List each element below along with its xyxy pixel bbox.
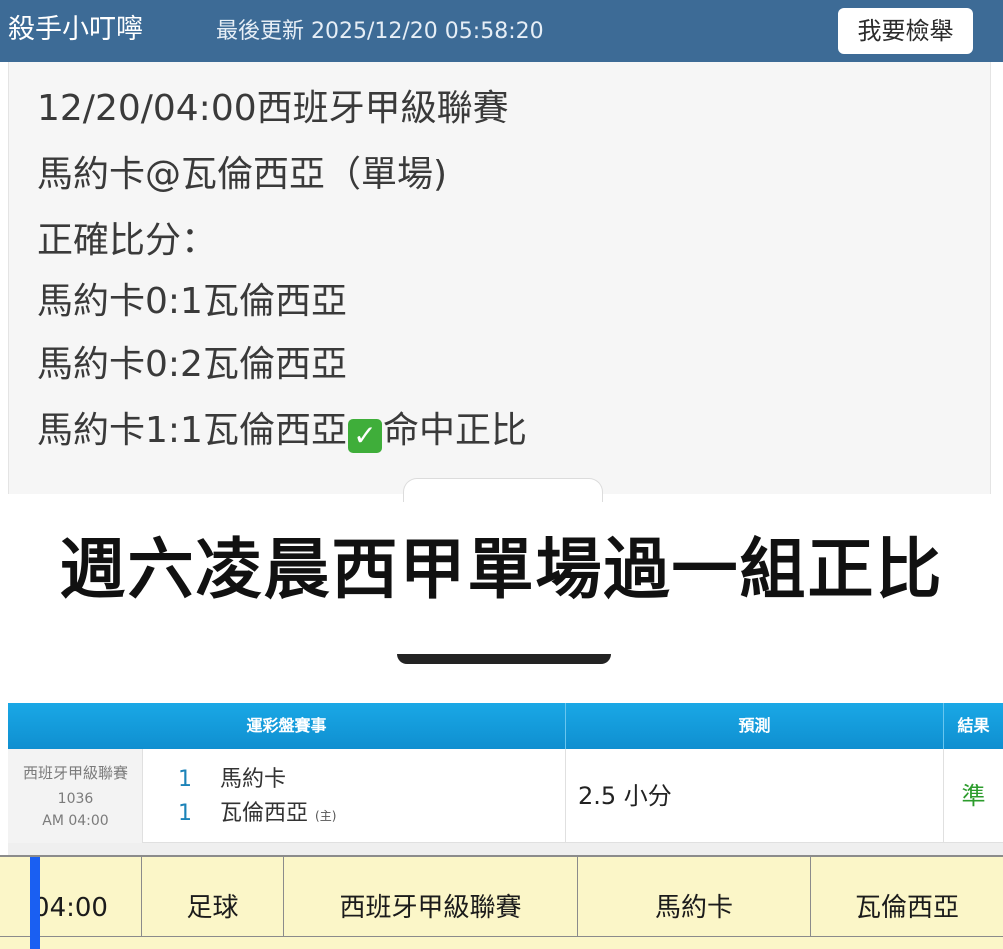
post-body: 12/20/04:00西班牙甲級聯賽 馬約卡@瓦倫西亞（單場) 正確比分： 馬約… [8, 62, 991, 494]
league-name: 西班牙甲級聯賽 [22, 764, 128, 782]
post-line-match: 馬約卡@瓦倫西亞（單場) [37, 154, 448, 195]
header-event: 運彩盤賽事 [8, 703, 565, 749]
post-header: 殺手小叮嚀 最後更新 2025/12/20 05:58:20 我要檢舉 [0, 0, 1003, 62]
table-row: 西班牙甲級聯賽 1036 AM 04:00 1 馬約卡 1 瓦倫西亞 (主) 2.5… [8, 749, 1003, 843]
schedule-home-team: 瓦倫西亞 [811, 857, 1003, 937]
result-badge: 準 [943, 749, 1003, 843]
prediction-value: 2.5 小分 [565, 749, 943, 843]
next-row-partial [8, 843, 1003, 855]
match-time: AM 04:00 [42, 813, 109, 829]
schedule-away-team: 馬約卡 [578, 857, 811, 937]
home-tag: (主) [315, 809, 337, 823]
last-updated: 最後更新 2025/12/20 05:58:20 [216, 19, 544, 44]
team-away-name: 馬約卡 [220, 767, 287, 792]
post-line-score-heading: 正確比分： [37, 220, 218, 261]
schedule-sport: 足球 [142, 857, 284, 937]
post-line-score-2: 馬約卡0:2瓦倫西亞 [37, 344, 347, 385]
team-away: 1 馬約卡 [178, 765, 286, 795]
author-name[interactable]: 殺手小叮嚀 [8, 10, 143, 50]
check-mark-icon: ✓ [347, 419, 382, 453]
schedule-table: 04:00 足球 西班牙甲級聯賽 馬約卡 瓦倫西亞 [0, 855, 1003, 949]
schedule-time: 04:00 [0, 857, 142, 937]
match-code: 1036 [57, 791, 94, 807]
report-button[interactable]: 我要檢舉 [838, 8, 973, 54]
collapse-tab[interactable] [403, 478, 603, 502]
selection-cursor [30, 857, 40, 949]
header-result: 結果 [943, 703, 1003, 749]
header-prediction: 預測 [565, 703, 943, 749]
team-home-name: 瓦倫西亞 [220, 801, 309, 826]
caption-title: 週六凌晨西甲單場過一組正比 [59, 531, 944, 608]
team-away-number: 1 [178, 767, 192, 792]
post-line-score-1: 馬約卡0:1瓦倫西亞 [37, 281, 347, 322]
schedule-league: 西班牙甲級聯賽 [284, 857, 578, 937]
hit-label: 命中正比 [382, 410, 527, 451]
post-line-match-time: 12/20/04:00西班牙甲級聯賽 [37, 88, 509, 129]
league-cell: 西班牙甲級聯賽 1036 AM 04:00 [8, 749, 143, 843]
caption-underline [397, 654, 611, 664]
team-home: 1 瓦倫西亞 (主) [178, 799, 336, 831]
hit-score-text: 馬約卡1:1瓦倫西亞 [37, 410, 347, 451]
post-line-score-hit: 馬約卡1:1瓦倫西亞 ✓ 命中正比 [37, 405, 527, 457]
lottery-table: 運彩盤賽事 預測 結果 西班牙甲級聯賽 1036 AM 04:00 1 馬約卡 1… [8, 703, 1003, 855]
team-home-number: 1 [178, 801, 192, 826]
